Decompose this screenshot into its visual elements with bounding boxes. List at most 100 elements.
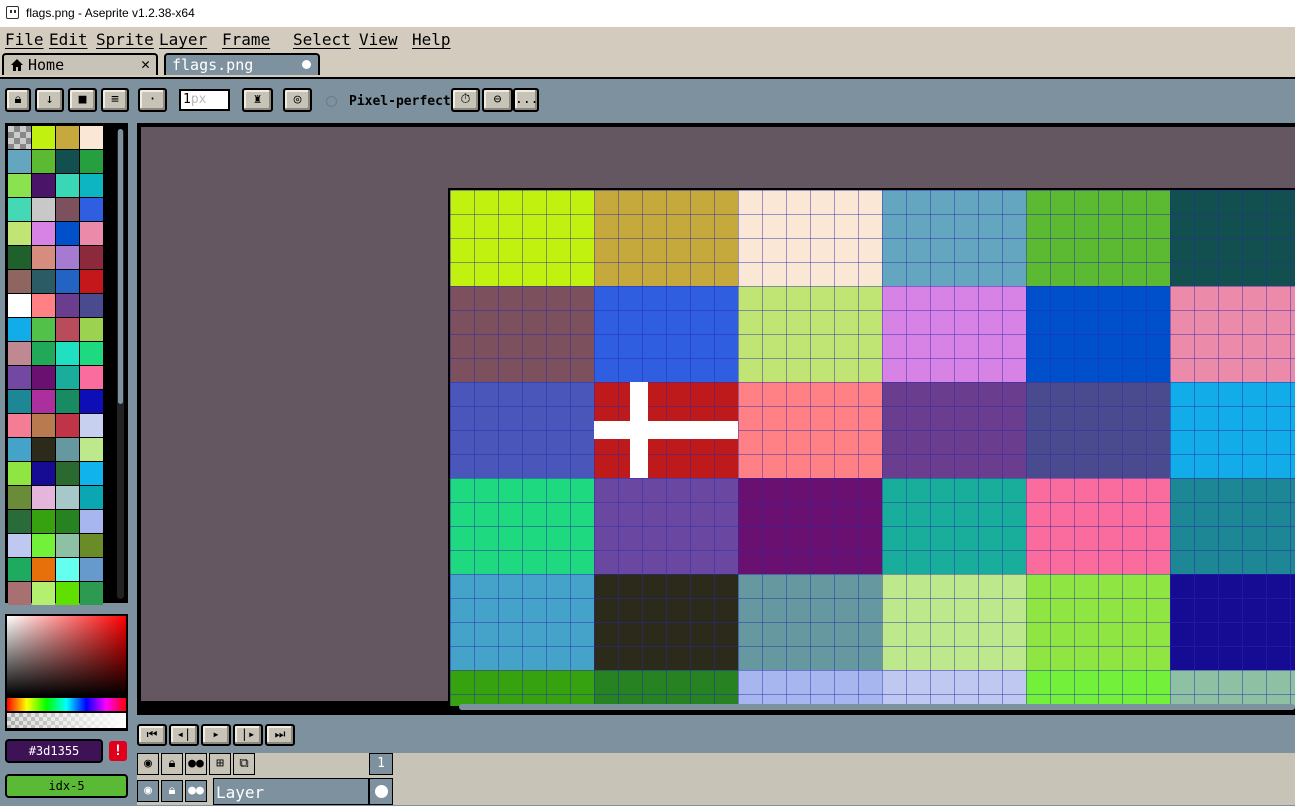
palette-swatch[interactable] (8, 486, 31, 509)
palette-swatch[interactable] (8, 342, 31, 365)
palette-swatch[interactable] (32, 174, 55, 197)
play-button[interactable]: ▸ (201, 724, 231, 746)
palette-swatch[interactable] (56, 438, 79, 461)
menu-view[interactable]: View (359, 30, 398, 49)
palette-swatch[interactable] (32, 390, 55, 413)
palette-swatch[interactable] (80, 414, 103, 437)
background-color-button[interactable]: idx-5 (5, 774, 128, 798)
palette-swatch[interactable] (80, 462, 103, 485)
palette-swatch[interactable] (56, 414, 79, 437)
palette-swatch[interactable] (56, 486, 79, 509)
palette-swatch[interactable] (56, 198, 79, 221)
frame-number[interactable]: 1 (369, 753, 393, 775)
palette-swatch[interactable] (80, 390, 103, 413)
palette-swatch[interactable] (32, 198, 55, 221)
menu-edit[interactable]: Edit (49, 30, 88, 49)
palette-swatch[interactable] (80, 534, 103, 557)
tab-home[interactable]: Home ✕ (2, 53, 158, 75)
symmetry-button[interactable]: ◎ (283, 88, 312, 112)
layer-lock-icon[interactable]: 🔒︎ (161, 780, 183, 802)
saturation-value-area[interactable] (7, 616, 126, 696)
cel[interactable] (369, 778, 393, 805)
tab-flags-png[interactable]: flags.png (164, 53, 320, 75)
palette-swatch[interactable] (80, 294, 103, 317)
palette-swatch[interactable] (32, 582, 55, 605)
last-frame-button[interactable]: ⏭ (265, 724, 295, 746)
palette-swatch[interactable] (32, 246, 55, 269)
palette-swatch[interactable] (56, 294, 79, 317)
palette-swatch[interactable] (80, 558, 103, 581)
first-frame-button[interactable]: ⏮ (137, 724, 167, 746)
palette-swatch[interactable] (8, 246, 31, 269)
palette-swatch[interactable] (56, 390, 79, 413)
menu-help[interactable]: Help (412, 30, 451, 49)
ink-down-button[interactable]: ↓ (35, 88, 64, 112)
palette-swatch[interactable] (8, 222, 31, 245)
palette-swatch[interactable] (8, 318, 31, 341)
pixel-perfect-checkbox[interactable] (326, 96, 337, 107)
palette-swatch[interactable] (8, 390, 31, 413)
lock-alpha-button[interactable]: 🔒︎ (5, 88, 31, 112)
palette-swatch[interactable] (8, 462, 31, 485)
palette-swatch[interactable] (32, 342, 55, 365)
palette-swatch[interactable] (32, 510, 55, 533)
palette-swatch[interactable] (8, 510, 31, 533)
palette-swatch[interactable] (8, 126, 31, 149)
next-frame-button[interactable]: |▸ (233, 724, 263, 746)
brush-square-button[interactable]: ■ (68, 88, 97, 112)
hue-slider[interactable] (7, 698, 126, 711)
palette-swatch[interactable] (80, 582, 103, 605)
palette-swatch[interactable] (80, 150, 103, 173)
palette-swatch[interactable] (56, 318, 79, 341)
menu-file[interactable]: File (5, 30, 44, 49)
palette-swatch[interactable] (32, 558, 55, 581)
timeline-empty-area[interactable] (395, 753, 1295, 805)
palette-swatch[interactable] (32, 366, 55, 389)
sprite-editor[interactable] (137, 123, 1295, 715)
palette-swatch[interactable] (80, 438, 103, 461)
palette-swatch[interactable] (80, 222, 103, 245)
palette-swatch[interactable] (80, 174, 103, 197)
palette-swatch[interactable] (8, 414, 31, 437)
palette-swatch[interactable] (32, 534, 55, 557)
palette-swatch[interactable] (56, 174, 79, 197)
continuous-icon[interactable]: ●● (185, 753, 207, 775)
menu-select[interactable]: Select (293, 30, 351, 49)
palette-swatch[interactable] (80, 510, 103, 533)
palette-swatch[interactable] (56, 126, 79, 149)
palette-swatch[interactable] (8, 582, 31, 605)
palette-swatch[interactable] (32, 126, 55, 149)
palette-swatch[interactable] (8, 534, 31, 557)
palette-swatch[interactable] (8, 198, 31, 221)
editor-background[interactable] (141, 127, 1295, 706)
palette-swatch[interactable] (8, 294, 31, 317)
palette-swatch[interactable] (32, 438, 55, 461)
palette-swatch[interactable] (80, 198, 103, 221)
palette-swatch[interactable] (8, 366, 31, 389)
palette-swatch[interactable] (56, 534, 79, 557)
menu-sprite[interactable]: Sprite (96, 30, 154, 49)
palette-swatch[interactable] (56, 150, 79, 173)
more-options-button[interactable]: ... (513, 88, 539, 112)
layer-name[interactable]: Layer (213, 778, 369, 805)
gamepad-button[interactable]: ⊖ (482, 88, 513, 112)
layer-visibility-eye-icon[interactable]: ◉ (137, 780, 159, 802)
layers-tree-icon[interactable]: ⊞ (209, 753, 231, 775)
palette-swatch[interactable] (32, 462, 55, 485)
palette-swatch[interactable] (80, 342, 103, 365)
palette-swatch[interactable] (56, 510, 79, 533)
palette-swatch[interactable] (80, 126, 103, 149)
palette-swatch[interactable] (80, 366, 103, 389)
brush-type-button[interactable]: · (138, 88, 167, 112)
brush-size-input[interactable]: 1px (179, 89, 230, 111)
palette-swatch[interactable] (8, 174, 31, 197)
palette-swatch[interactable] (32, 150, 55, 173)
palette-swatch[interactable] (56, 270, 79, 293)
horizontal-scrollbar[interactable] (459, 704, 1295, 710)
onion-skin-icon[interactable]: ⧉ (233, 753, 255, 775)
palette-swatch[interactable] (56, 582, 79, 605)
palette-swatch[interactable] (80, 246, 103, 269)
eye-icon[interactable]: ◉ (137, 753, 159, 775)
layer-row[interactable]: ◉ 🔒︎ ●● Layer (137, 778, 393, 805)
palette-swatch[interactable] (32, 318, 55, 341)
